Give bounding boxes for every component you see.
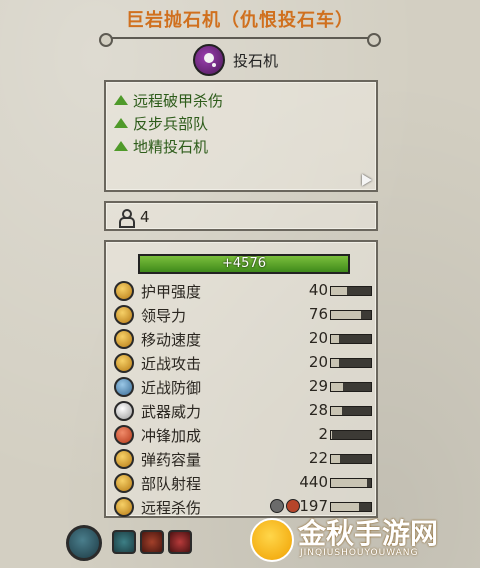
stat-bar <box>330 382 372 392</box>
stat-row-weapon-strength[interactable]: 武器威力 28 <box>114 400 372 422</box>
armor-piercing-icon[interactable] <box>270 499 284 513</box>
stat-row-speed[interactable]: 移动速度 20 <box>114 328 372 350</box>
health-bar[interactable]: +4576 <box>138 254 350 274</box>
stat-row-ammunition[interactable]: 弹药容量 22 <box>114 448 372 470</box>
soldier-count: 4 <box>140 208 150 226</box>
stat-row-leadership[interactable]: 领导力 76 <box>114 304 372 326</box>
catapult-unit-icon[interactable] <box>193 44 225 76</box>
unit-header: 投石机 <box>193 44 278 76</box>
armor-icon <box>114 281 134 301</box>
ability-marker-icon <box>114 95 128 105</box>
ability-marker-icon <box>114 141 128 151</box>
stat-bar <box>330 478 372 488</box>
watermark-logo-icon <box>250 518 294 562</box>
ability-label: 地精投石机 <box>133 137 209 156</box>
stat-row-melee-attack[interactable]: 近战攻击 20 <box>114 352 372 374</box>
soldier-icon <box>119 209 135 228</box>
stat-row-range[interactable]: 部队射程 440 <box>114 472 372 494</box>
stat-bar <box>330 406 372 416</box>
unit-title: 巨岩抛石机（仇恨投石车） <box>126 10 354 31</box>
weapon-strength-icon <box>114 401 134 421</box>
stat-bar <box>330 430 372 440</box>
unit-type-icon[interactable] <box>66 525 102 561</box>
health-value: +4576 <box>222 256 266 271</box>
stat-bar <box>330 502 372 512</box>
ability-marker-icon <box>114 118 128 128</box>
ability-item[interactable]: 地精投石机 <box>114 135 208 157</box>
range-icon <box>114 473 134 493</box>
stat-bar <box>330 454 372 464</box>
speed-icon <box>114 329 134 349</box>
attribute-icon-1[interactable] <box>112 530 136 554</box>
stats-panel: +4576 护甲强度 40 领导力 76 移动速度 20 近战攻击 20 近战防… <box>104 240 378 518</box>
attribute-icon-2[interactable] <box>140 530 164 554</box>
abilities-panel: 远程破甲杀伤 反步兵部队 地精投石机 <box>104 80 378 192</box>
melee-attack-icon <box>114 353 134 373</box>
melee-defense-icon <box>114 377 134 397</box>
ammunition-icon <box>114 449 134 469</box>
stat-bar <box>330 334 372 344</box>
stat-row-armor[interactable]: 护甲强度 40 <box>114 280 372 302</box>
attribute-icon-3[interactable] <box>168 530 192 554</box>
ability-label: 反步兵部队 <box>133 114 209 133</box>
stat-bar <box>330 286 372 296</box>
ability-item[interactable]: 反步兵部队 <box>114 112 208 134</box>
flaming-damage-icon[interactable] <box>286 499 300 513</box>
ability-item[interactable]: 远程破甲杀伤 <box>114 89 223 111</box>
unit-category-label: 投石机 <box>233 51 279 70</box>
soldiers-panel: 4 <box>104 201 378 231</box>
missile-damage-icon <box>114 497 134 517</box>
stat-bar <box>330 310 372 320</box>
stat-row-melee-defense[interactable]: 近战防御 29 <box>114 376 372 398</box>
expand-arrow-icon[interactable] <box>362 174 372 186</box>
watermark: 金秋手游网 JINQIUSHOUYOUWANG <box>250 512 480 568</box>
stat-bar <box>330 358 372 368</box>
leadership-icon <box>114 305 134 325</box>
ability-label: 远程破甲杀伤 <box>133 91 224 110</box>
stat-row-charge-bonus[interactable]: 冲锋加成 2 <box>114 424 372 446</box>
charge-bonus-icon <box>114 425 134 445</box>
